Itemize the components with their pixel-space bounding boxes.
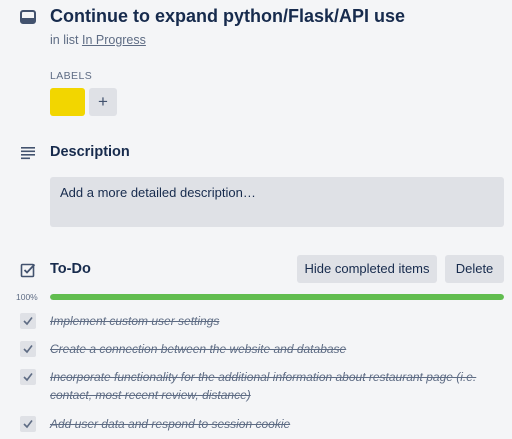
checklist-item-text[interactable]: Incorporate functionality for the additi… — [50, 368, 490, 404]
checklist-item-text[interactable]: Implement custom user settings — [50, 312, 490, 330]
card-icon — [20, 10, 36, 24]
checkmark-icon — [23, 345, 33, 354]
checklist-item-text[interactable]: Add user data and respond to session coo… — [50, 415, 490, 433]
description-icon — [21, 147, 35, 160]
add-label-button[interactable]: + — [89, 88, 117, 116]
checkmark-icon — [23, 317, 33, 326]
progress-bar-fill — [50, 294, 504, 300]
checklist-icon — [20, 263, 36, 278]
in-list-prefix: in list — [50, 33, 79, 47]
delete-checklist-button[interactable]: Delete — [445, 255, 504, 283]
description-input[interactable]: Add a more detailed description… — [50, 177, 504, 227]
checkmark-icon — [23, 373, 33, 382]
progress-bar — [50, 294, 504, 300]
checklist-item-checkbox[interactable] — [20, 416, 36, 432]
list-name-link[interactable]: In Progress — [82, 33, 146, 47]
labels-heading: LABELS — [50, 70, 93, 82]
checkmark-icon — [23, 420, 33, 429]
checklist-item-text[interactable]: Create a connection between the website … — [50, 340, 490, 358]
checklist-item-checkbox[interactable] — [20, 313, 36, 329]
description-heading: Description — [50, 144, 130, 160]
progress-percentage: 100% — [16, 292, 38, 302]
hide-completed-button[interactable]: Hide completed items — [297, 255, 437, 283]
label-yellow[interactable] — [50, 88, 85, 116]
card-title[interactable]: Continue to expand python/Flask/API use — [50, 6, 405, 27]
checklist-item-checkbox[interactable] — [20, 369, 36, 385]
checklist-title[interactable]: To-Do — [50, 261, 91, 277]
in-list-info: in list In Progress — [50, 33, 146, 47]
checklist-item-checkbox[interactable] — [20, 341, 36, 357]
